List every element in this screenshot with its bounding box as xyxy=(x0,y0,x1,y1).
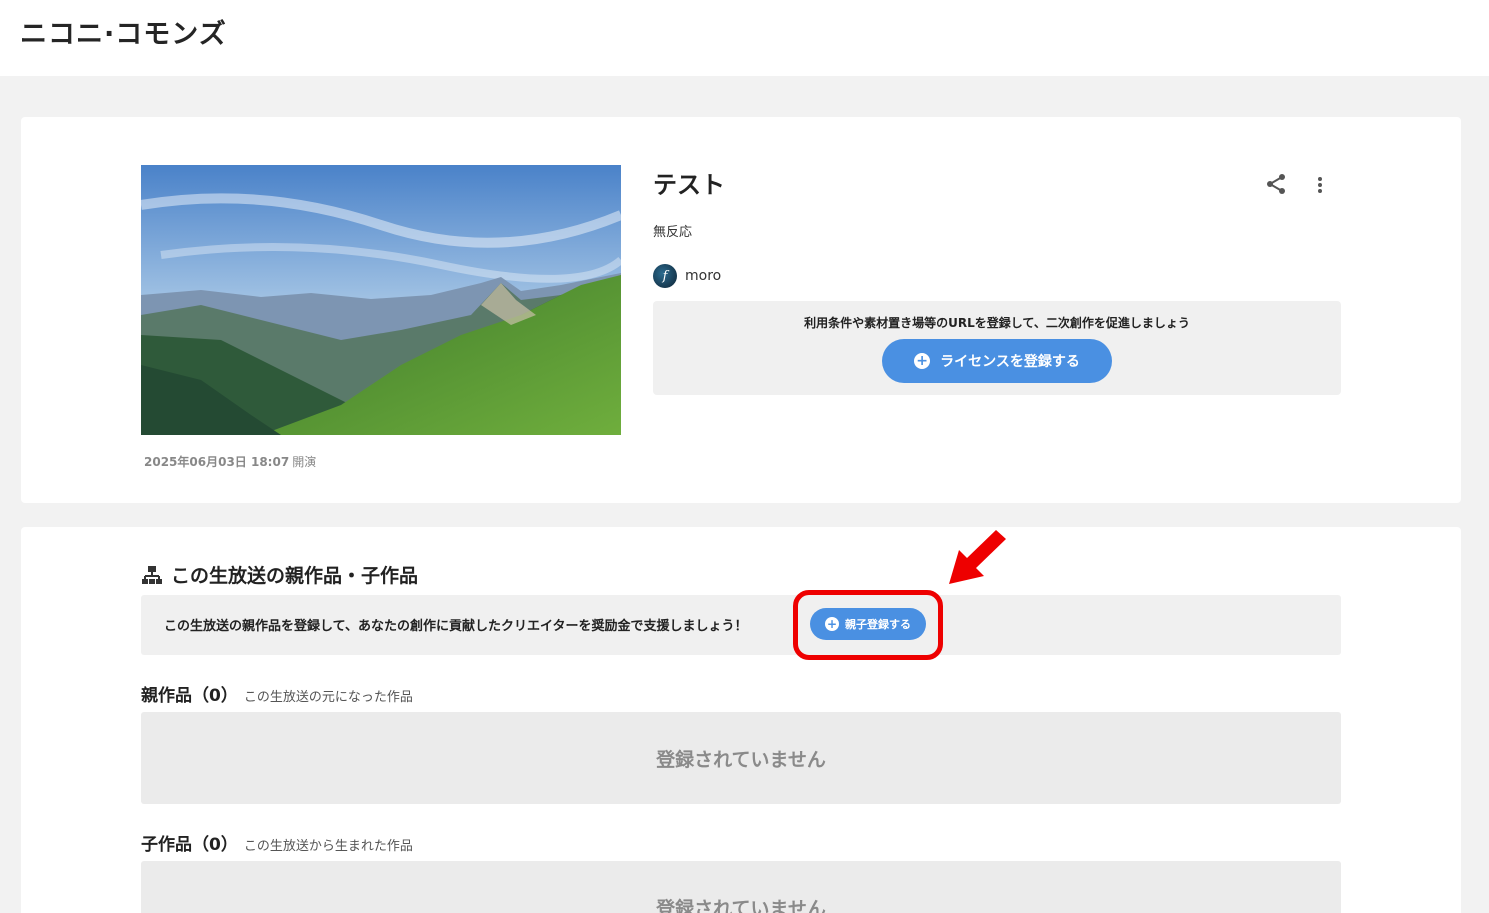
avatar: f xyxy=(653,264,677,288)
annotation-arrow-icon xyxy=(949,530,1006,584)
register-relation-label: 親子登録する xyxy=(845,618,911,631)
hierarchy-icon xyxy=(142,565,162,584)
section-title-text: この生放送の親作品・子作品 xyxy=(171,565,419,587)
child-heading-text: 子作品（0） xyxy=(141,835,238,855)
date-value: 2025年06月03日 18:07 xyxy=(144,455,290,469)
plus-circle-icon: + xyxy=(914,353,931,369)
author-name: moro xyxy=(685,268,722,284)
work-thumbnail[interactable] xyxy=(141,165,621,435)
share-icon[interactable] xyxy=(1265,173,1287,195)
author-link[interactable]: f moro xyxy=(653,264,721,288)
work-description: 無反応 xyxy=(653,225,693,240)
work-date: 2025年06月03日 18:07 開演 xyxy=(144,453,316,470)
site-logo[interactable]: ニコニ·コモンズ xyxy=(20,12,227,51)
register-relation-button[interactable]: + 親子登録する xyxy=(810,608,926,640)
parent-works-empty: 登録されていません xyxy=(141,712,1341,804)
parent-heading-text: 親作品（0） xyxy=(141,686,238,706)
more-vertical-icon[interactable] xyxy=(1311,175,1329,195)
child-works-heading: 子作品（0） この生放送から生まれた作品 xyxy=(141,830,413,855)
parent-heading-note: この生放送の元になった作品 xyxy=(243,690,413,705)
register-license-label: ライセンスを登録する xyxy=(940,354,1080,370)
top-bar: ニコニ·コモンズ xyxy=(0,0,1489,76)
license-prompt: 利用条件や素材置き場等のURLを登録して、二次創作を促進しましょう xyxy=(804,316,1190,330)
license-panel: 利用条件や素材置き場等のURLを登録して、二次創作を促進しましょう + ライセン… xyxy=(653,301,1341,395)
parent-works-heading: 親作品（0） この生放送の元になった作品 xyxy=(141,681,413,706)
relations-card: この生放送の親作品・子作品 この生放送の親作品を登録して、あなたの創作に貢献した… xyxy=(21,527,1461,913)
child-heading-note: この生放送から生まれた作品 xyxy=(243,839,413,854)
work-card: 2025年06月03日 18:07 開演 テスト 無反応 f moro 利用条件や… xyxy=(21,117,1461,503)
date-suffix: 開演 xyxy=(292,455,317,469)
work-title: テスト xyxy=(653,171,725,199)
section-title: この生放送の親作品・子作品 xyxy=(141,561,418,588)
register-license-button[interactable]: + ライセンスを登録する xyxy=(882,339,1112,383)
child-works-empty: 登録されていません xyxy=(141,861,1341,913)
promo-text: この生放送の親作品を登録して、あなたの創作に貢献したクリエイターを奨励金で支援し… xyxy=(164,619,748,634)
plus-circle-icon: + xyxy=(825,617,839,631)
parent-promo-panel: この生放送の親作品を登録して、あなたの創作に貢献したクリエイターを奨励金で支援し… xyxy=(141,595,1341,655)
